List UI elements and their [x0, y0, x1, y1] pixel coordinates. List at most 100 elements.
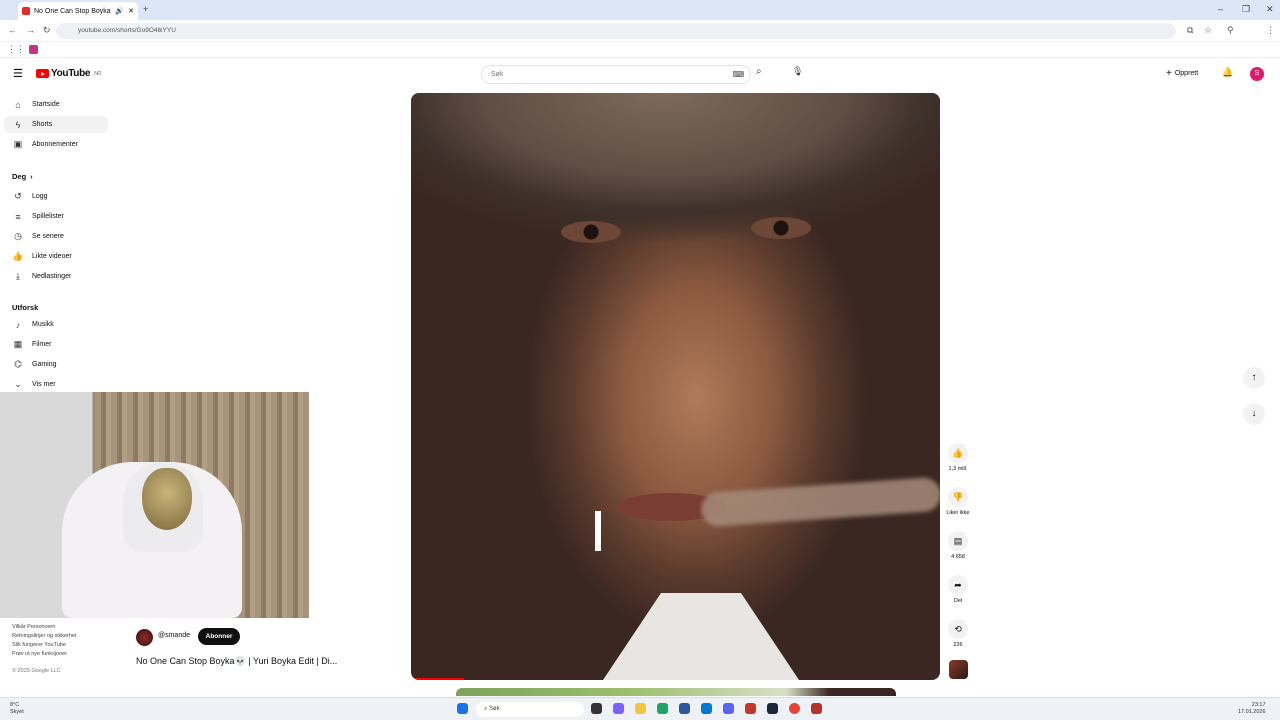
edge-browser-icon[interactable] — [657, 703, 668, 714]
channel-avatar[interactable] — [136, 629, 153, 646]
remix-icon: ⟲ — [948, 619, 968, 639]
reload-icon[interactable]: ↻ — [43, 25, 51, 36]
browser-tab-strip: No One Can Stop Boyka 👀 🔊 ✕ + – ❐ ✕ — [0, 0, 1280, 20]
next-short-arrow-down-icon[interactable]: ↓ — [1243, 403, 1265, 425]
search-input[interactable]: Søk ⌨ — [481, 65, 751, 84]
sidebar-item-gaming[interactable]: ⌬ Gaming — [4, 356, 108, 373]
sidebar-item-films[interactable]: ▦ Filmer — [4, 336, 108, 353]
sidebar-item-subscriptions[interactable]: ▣ Abonnementer — [4, 136, 108, 153]
new-tab-icon[interactable]: + — [143, 4, 148, 14]
like-count: 1,3 mill. — [948, 466, 968, 472]
plus-icon: + — [1166, 68, 1172, 79]
music-icon: ♪ — [15, 319, 21, 330]
taskbar-search-label: Søk — [489, 706, 500, 712]
footer-link-terms[interactable]: Vilkår Personvern — [12, 624, 55, 630]
previous-short-arrow-up-icon[interactable]: ↑ — [1243, 367, 1265, 389]
sidebar-item-show-more[interactable]: ⌄ Vis mer — [4, 376, 108, 393]
video-progress-bar[interactable] — [411, 678, 464, 680]
vscode-icon[interactable] — [701, 703, 712, 714]
cast-icon[interactable]: ⧉ — [1187, 25, 1193, 36]
back-icon[interactable]: ← — [8, 25, 17, 35]
close-window-icon[interactable]: ✕ — [1266, 4, 1274, 15]
copilot-icon[interactable] — [613, 703, 624, 714]
store-icon[interactable] — [679, 703, 690, 714]
footer-link-how-youtube-works[interactable]: Slik fungerer YouTube — [12, 642, 66, 648]
show-more-icon: ⌄ — [14, 379, 22, 389]
tab-close-icon[interactable]: ✕ — [128, 7, 134, 15]
sidebar-item-label: Se senere — [32, 233, 64, 240]
maximize-icon[interactable]: ❐ — [1242, 4, 1250, 15]
bookmarks-bar: ⋮⋮ — [0, 42, 1280, 58]
footer-link-policies[interactable]: Retningslinjer og sikkerhet — [12, 633, 77, 639]
sidebar-item-label: Nedlastinger — [32, 273, 72, 280]
sidebar-item-music[interactable]: ♪ Musikk — [4, 316, 108, 333]
user-avatar[interactable]: S — [1250, 67, 1264, 81]
sidebar-item-home[interactable]: ⌂ Startside — [4, 96, 108, 113]
sidebar-item-label: Startside — [32, 101, 60, 108]
taskbar-search[interactable]: ⌕ Søk — [476, 702, 584, 717]
subscribe-button[interactable]: Abonner — [198, 628, 240, 645]
dislike-button[interactable]: 👎 Liker ikke — [940, 487, 976, 516]
app-icon[interactable] — [745, 703, 756, 714]
sidebar-item-watch-later[interactable]: ◷ Se senere — [4, 228, 108, 245]
sidebar-item-label: Vis mer — [32, 381, 56, 388]
film-icon: ▦ — [13, 339, 23, 349]
task-view-icon[interactable] — [591, 703, 602, 714]
menu-dots-icon[interactable]: ⋮ — [1266, 25, 1275, 36]
logo-region: NO — [94, 70, 102, 77]
thumbs-up-icon: 👍 — [948, 443, 968, 463]
footer-copyright: © 2025 Google LLC — [12, 668, 61, 674]
steam-icon[interactable] — [767, 703, 778, 714]
keyboard-icon[interactable]: ⌨ — [732, 70, 744, 79]
thumbs-down-icon: 👎 — [948, 487, 968, 507]
system-clock[interactable]: 23:17 17.01.2026 — [1238, 702, 1266, 716]
create-label: Opprett — [1174, 70, 1199, 77]
shorts-icon: ϟ — [15, 119, 21, 130]
apps-grid-icon[interactable]: ⋮⋮ — [7, 44, 25, 55]
create-button[interactable]: + Opprett — [1166, 68, 1198, 79]
acrobat-icon[interactable] — [811, 703, 822, 714]
chrome-icon[interactable] — [789, 703, 800, 714]
sidebar-item-shorts[interactable]: ϟ Shorts — [4, 116, 108, 133]
microphone-icon[interactable]: 🎙 — [792, 66, 803, 77]
url-field[interactable]: youtube.com/shorts/Go9O4tkYYU — [56, 23, 1176, 39]
sidebar-item-playlists[interactable]: ≡ Spillelister — [4, 208, 108, 225]
windows-taskbar: 8°C Skyet ⌕ Søk 23:17 17.01.2026 — [0, 697, 1280, 720]
bookmark-star-icon[interactable]: ☆ — [1204, 25, 1212, 36]
youtube-logo[interactable]: YouTube NO — [36, 68, 101, 79]
notifications-bell-icon[interactable]: 🔔 — [1222, 67, 1233, 78]
channel-name[interactable]: @smande — [158, 632, 190, 639]
windows-start-icon[interactable] — [457, 703, 468, 714]
footer-link-new-features[interactable]: Prøv ut nye funksjoner — [12, 651, 67, 657]
forward-icon[interactable]: → — [26, 25, 35, 35]
video-right-eye — [751, 217, 811, 239]
short-title[interactable]: No One Can Stop Boyka💀 | Yuri Boyka Edit… — [136, 656, 337, 667]
minimize-icon[interactable]: – — [1218, 4, 1223, 14]
logo-text: YouTube — [51, 68, 91, 79]
like-button[interactable]: 👍 1,3 mill. — [944, 443, 972, 472]
search-icon[interactable]: ⌕ — [756, 66, 762, 77]
share-button[interactable]: ➦ Del — [944, 575, 972, 604]
sound-thumbnail[interactable] — [949, 660, 968, 679]
sidebar-item-history[interactable]: ↺ Logg — [4, 188, 108, 205]
next-short-peek[interactable] — [456, 688, 896, 696]
remix-button[interactable]: ⟲ 226 — [944, 619, 972, 648]
dislike-label: Liker ikke — [946, 510, 970, 516]
gold-mask — [142, 468, 192, 530]
sidebar-you-heading[interactable]: Deg › — [12, 172, 33, 181]
short-video-player[interactable] — [411, 93, 940, 680]
file-explorer-icon[interactable] — [635, 703, 646, 714]
weather-widget[interactable]: 8°C Skyet — [10, 702, 24, 716]
browser-tab[interactable]: No One Can Stop Boyka 👀 🔊 ✕ — [18, 2, 138, 20]
tab-audio-icon[interactable]: 🔊 — [115, 7, 124, 15]
sidebar-item-liked-videos[interactable]: 👍 Likte videoer — [4, 248, 108, 265]
weather-condition: Skyet — [10, 709, 24, 715]
explore-heading-label: Utforsk — [12, 303, 39, 312]
instagram-bookmark-icon[interactable] — [29, 45, 38, 54]
sidebar-item-downloads[interactable]: ⤓ Nedlastinger — [4, 268, 108, 285]
discord-icon[interactable] — [723, 703, 734, 714]
hamburger-menu-icon[interactable]: ☰ — [13, 67, 23, 80]
liked-icon: 👍 — [12, 251, 24, 261]
extensions-icon[interactable]: ⚲ — [1227, 25, 1234, 36]
comments-button[interactable]: ▤ 4 658 — [944, 531, 972, 560]
